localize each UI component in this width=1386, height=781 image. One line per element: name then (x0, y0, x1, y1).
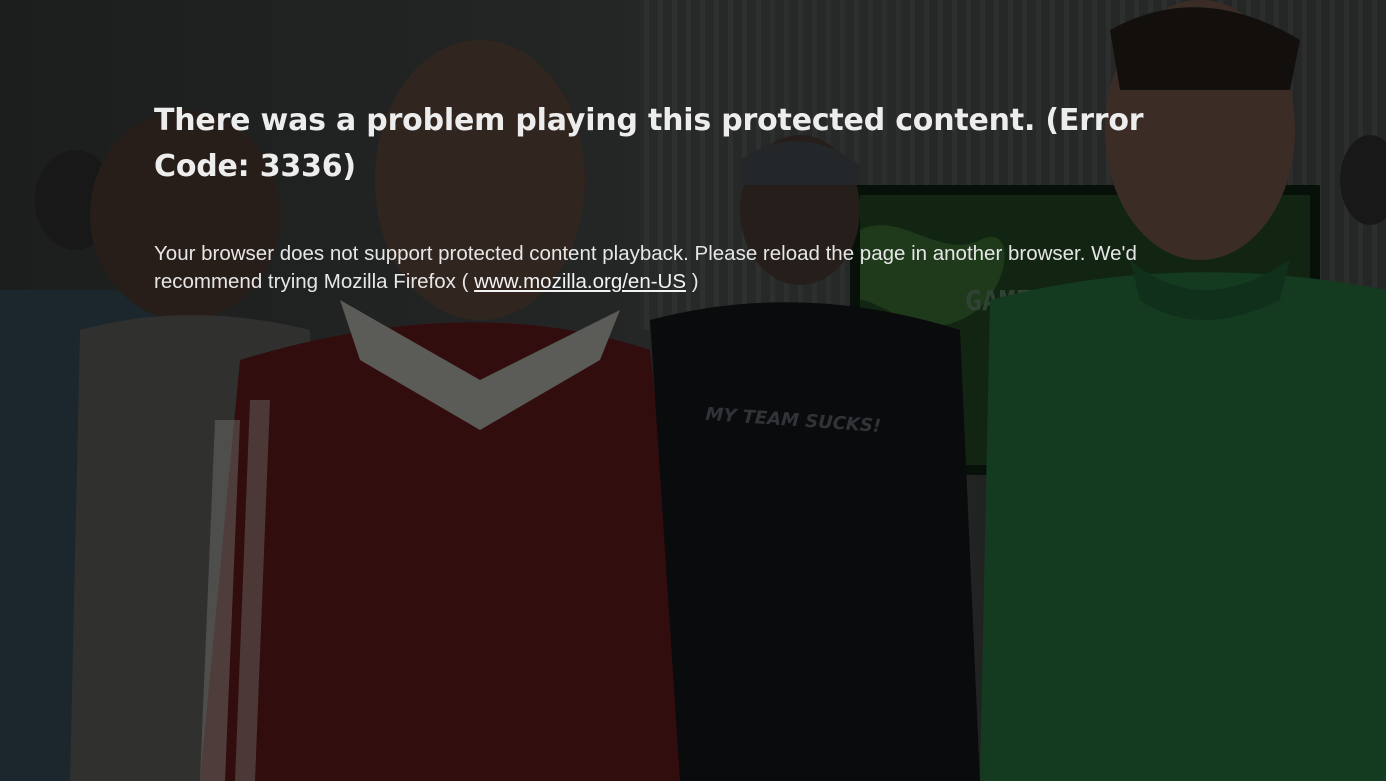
error-detail: Your browser does not support protected … (154, 240, 1244, 296)
error-title: There was a problem playing this protect… (154, 98, 1244, 190)
firefox-link[interactable]: www.mozilla.org/en-US (474, 270, 686, 293)
error-title-suffix: ) (342, 149, 356, 184)
error-detail-suffix: ) (686, 270, 699, 293)
error-code: 3336 (259, 149, 343, 184)
video-player: GAME MY TEAM SUCKS! There was a problem … (0, 0, 1386, 781)
error-message: There was a problem playing this protect… (154, 98, 1244, 296)
